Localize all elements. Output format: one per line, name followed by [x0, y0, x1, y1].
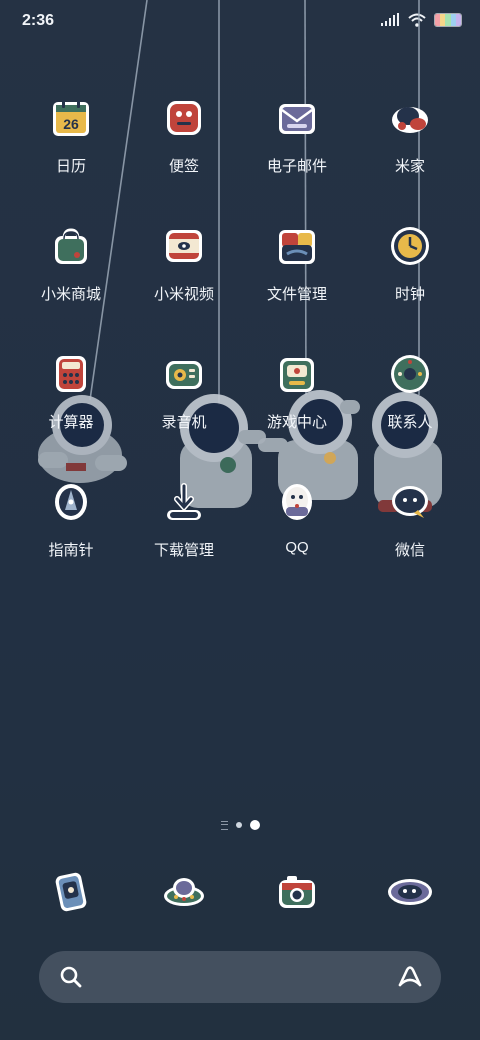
app-label: QQ — [285, 539, 309, 556]
app-label: 指南针 — [48, 542, 94, 559]
page-dot-current — [249, 820, 260, 830]
ufo-messages-icon — [164, 878, 204, 906]
wechat-icon — [392, 486, 428, 518]
planet-browser-icon — [388, 879, 432, 905]
status-icons — [380, 13, 462, 27]
status-time: 2:36 — [22, 12, 55, 29]
app-label: 电子邮件 — [266, 158, 327, 175]
app-label: 便签 — [168, 158, 199, 175]
app-label: 时钟 — [394, 286, 425, 303]
app-mi-video[interactable]: 小米视频 — [128, 198, 240, 308]
app-label: 微信 — [394, 542, 425, 559]
game-center-icon — [280, 358, 314, 392]
search-icon — [60, 966, 82, 988]
dock-app-phone[interactable] — [41, 862, 101, 922]
app-label: 小米商城 — [40, 286, 101, 303]
file-manager-icon — [279, 230, 315, 264]
dock — [0, 862, 480, 922]
page-indicator[interactable] — [0, 820, 480, 830]
app-compass[interactable]: 指南针 — [15, 454, 127, 564]
app-label: 计算器 — [48, 414, 94, 431]
app-contacts[interactable]: 联系人 — [354, 326, 466, 436]
home-screen: 2:36 26 日历 便签 电子邮件 米家 小米商城 小米视频 文件管理 时钟 … — [0, 0, 480, 1040]
contacts-icon — [391, 355, 429, 393]
downloads-icon — [167, 483, 201, 520]
calculator-icon — [56, 356, 86, 392]
qq-icon — [282, 484, 312, 520]
wifi-icon — [408, 13, 426, 27]
calendar-icon: 26 — [53, 100, 89, 136]
mi-home-icon — [392, 107, 428, 133]
mi-video-icon — [166, 230, 202, 262]
xiaoai-assistant-icon[interactable] — [397, 964, 423, 990]
signal-icon — [381, 13, 399, 26]
app-calendar[interactable]: 26 日历 — [15, 70, 127, 180]
compass-icon — [55, 484, 87, 520]
app-recorder[interactable]: 录音机 — [128, 326, 240, 436]
app-email[interactable]: 电子邮件 — [241, 70, 353, 180]
notes-icon — [167, 101, 201, 135]
svg-text:26: 26 — [63, 116, 79, 132]
app-mi-store[interactable]: 小米商城 — [15, 198, 127, 308]
app-file-manager[interactable]: 文件管理 — [241, 198, 353, 308]
app-notes[interactable]: 便签 — [128, 70, 240, 180]
battery-icon — [434, 13, 462, 27]
clock-icon — [391, 227, 429, 265]
app-label: 录音机 — [161, 414, 207, 431]
email-icon — [279, 104, 315, 134]
status-bar: 2:36 — [0, 0, 480, 44]
app-label: 下载管理 — [153, 542, 214, 559]
app-qq[interactable]: QQ — [241, 454, 353, 564]
dock-app-browser[interactable] — [380, 862, 440, 922]
app-clock[interactable]: 时钟 — [354, 198, 466, 308]
recorder-icon — [166, 361, 202, 389]
app-downloads[interactable]: 下载管理 — [128, 454, 240, 564]
camera-icon — [279, 876, 315, 908]
app-label: 联系人 — [387, 414, 433, 431]
app-label: 日历 — [55, 158, 86, 175]
app-mi-home[interactable]: 米家 — [354, 70, 466, 180]
app-label: 米家 — [394, 158, 425, 175]
dock-app-camera[interactable] — [267, 862, 327, 922]
dock-app-messages[interactable] — [154, 862, 214, 922]
app-wechat[interactable]: 微信 — [354, 454, 466, 564]
search-bar[interactable] — [39, 951, 441, 1003]
app-game-center[interactable]: 游戏中心 — [241, 326, 353, 436]
page-dot — [235, 822, 242, 828]
phone-icon — [55, 872, 87, 912]
app-calculator[interactable]: 计算器 — [15, 326, 127, 436]
app-label: 小米视频 — [153, 286, 214, 303]
app-label: 文件管理 — [266, 286, 327, 303]
page-list-icon — [220, 820, 228, 830]
mi-store-icon — [55, 228, 87, 264]
app-label: 游戏中心 — [266, 414, 327, 431]
